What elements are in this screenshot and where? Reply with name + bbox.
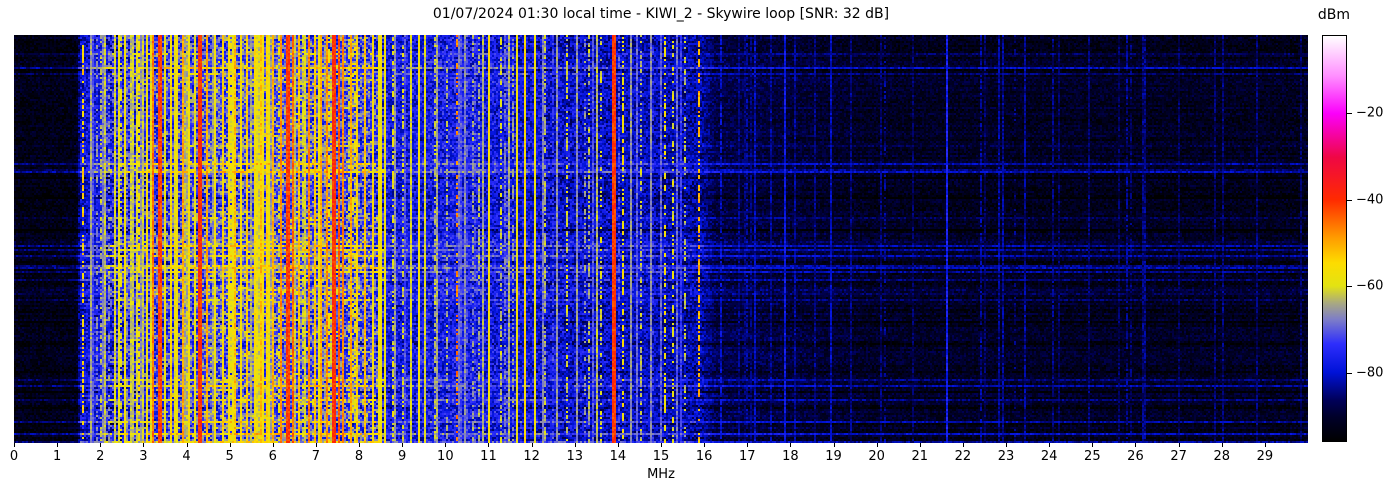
x-tick (143, 443, 145, 447)
x-tick-label: 1 (52, 449, 62, 464)
x-tick (229, 443, 231, 447)
x-tick-label: 23 (997, 449, 1015, 464)
x-tick (661, 443, 662, 447)
x-tick-label: 21 (911, 449, 929, 464)
x-tick (272, 443, 274, 447)
colorbar-tick (1347, 112, 1352, 114)
x-tick-label: 9 (398, 449, 407, 464)
x-tick-label: 5 (225, 449, 234, 464)
colorbar-tick-label: −60 (1356, 278, 1384, 294)
x-tick-label: 7 (311, 449, 321, 464)
colorbar-tick-label: −40 (1356, 192, 1384, 208)
x-tick-label: 13 (566, 449, 583, 464)
x-tick (14, 443, 15, 447)
x-tick-label: 22 (954, 449, 972, 464)
x-tick-label: 16 (695, 449, 713, 464)
x-tick-label: 18 (782, 449, 799, 464)
x-tick (1006, 443, 1008, 447)
x-axis-label: MHz (647, 467, 675, 482)
x-tick (919, 443, 921, 447)
x-tick (100, 443, 102, 447)
x-tick-label: 2 (96, 449, 105, 464)
colorbar-tick (1347, 286, 1352, 288)
x-tick-label: 19 (825, 449, 842, 464)
chart-title: 01/07/2024 01:30 local time - KIWI_2 - S… (432, 6, 890, 22)
x-tick (1264, 443, 1266, 447)
colorbar-tick-label: −80 (1356, 365, 1384, 381)
x-tick-label: 3 (139, 449, 148, 464)
x-tick (1221, 443, 1223, 447)
x-tick-label: 27 (1170, 449, 1187, 464)
x-tick (833, 443, 835, 447)
colorbar (1322, 35, 1347, 442)
x-tick (574, 443, 576, 447)
x-tick (186, 443, 188, 447)
x-tick (57, 443, 59, 447)
x-tick (876, 443, 878, 447)
x-tick (1049, 443, 1051, 447)
colorbar-label: dBm (1317, 7, 1351, 23)
x-tick-label: 28 (1213, 449, 1230, 464)
x-tick-label: 4 (182, 449, 191, 464)
x-tick-label: 8 (354, 449, 364, 464)
x-tick-label: 17 (738, 449, 756, 464)
x-tick (704, 443, 706, 447)
waterfall-canvas (14, 35, 1308, 443)
x-tick-label: 24 (1040, 449, 1058, 464)
x-tick-label: 29 (1256, 449, 1274, 464)
x-tick-label: 6 (268, 449, 277, 464)
x-tick-label: 0 (9, 449, 19, 464)
x-tick-label: 15 (652, 449, 670, 464)
x-tick (531, 443, 533, 447)
x-tick (790, 443, 792, 447)
spectrogram-figure: 01/07/2024 01:30 local time - KIWI_2 - S… (0, 0, 1400, 500)
x-tick (1178, 443, 1180, 447)
x-tick-label: 14 (609, 449, 627, 464)
x-tick-label: 12 (523, 449, 540, 464)
colorbar-tick-label: −20 (1356, 105, 1384, 121)
x-tick-label: 10 (437, 449, 454, 464)
colorbar-tick (1347, 199, 1352, 201)
x-tick (315, 443, 317, 447)
colorbar-tick (1347, 372, 1352, 374)
x-tick-label: 26 (1127, 449, 1144, 464)
x-tick-label: 25 (1084, 449, 1101, 464)
x-tick-label: 20 (868, 449, 885, 464)
x-tick (617, 443, 619, 447)
waterfall-plot (14, 35, 1308, 443)
x-tick (445, 443, 447, 447)
x-tick (1092, 443, 1094, 447)
x-tick (747, 443, 749, 447)
x-tick (962, 443, 964, 447)
x-tick-label: 11 (480, 449, 497, 464)
x-tick (1135, 443, 1137, 447)
x-tick (402, 443, 404, 447)
x-tick (359, 443, 361, 447)
x-tick (488, 443, 490, 447)
